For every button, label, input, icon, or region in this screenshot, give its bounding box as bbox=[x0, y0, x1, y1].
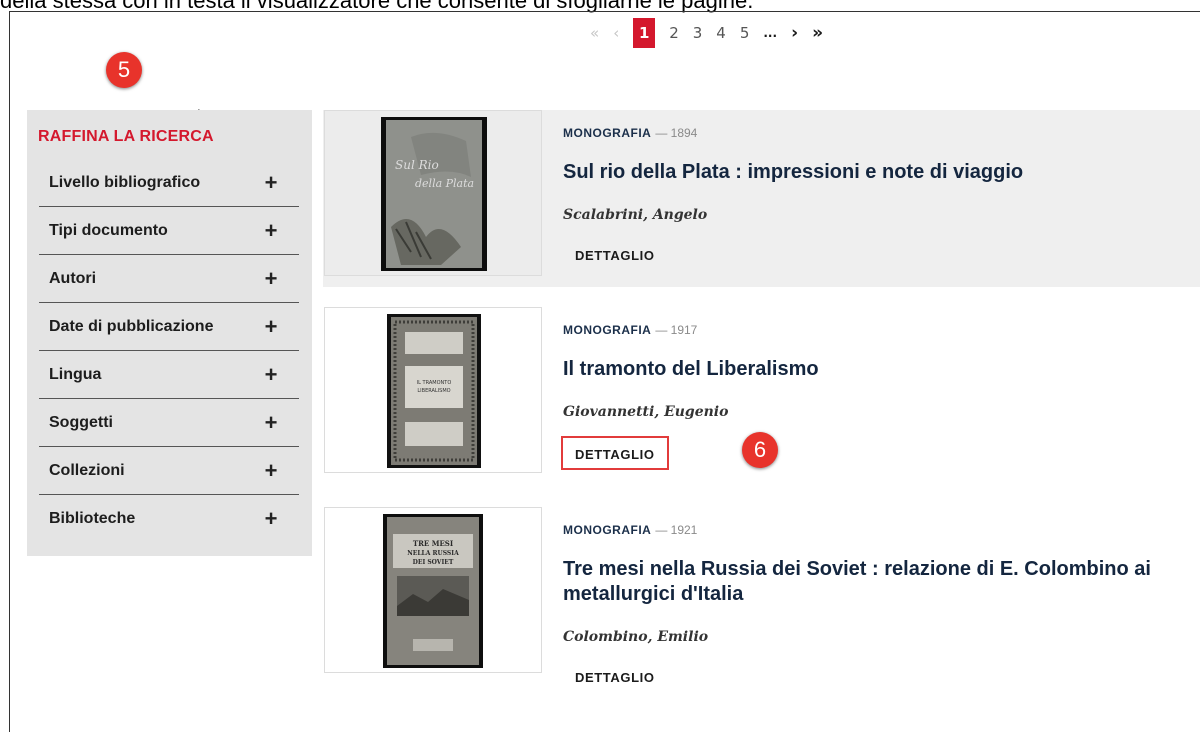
page-button-3[interactable]: 3 bbox=[693, 20, 703, 46]
page-button-1[interactable]: 1 bbox=[633, 18, 656, 48]
expand-plus-icon[interactable]: + bbox=[261, 266, 281, 292]
result-type-line: MONOGRAFIA — 1917 bbox=[563, 321, 1163, 339]
annotation-badge-5: 5 bbox=[106, 52, 142, 88]
book-cover-image: Sul Rio della Plata bbox=[381, 117, 487, 271]
filter-date-di-pubblicazione[interactable]: Date di pubblicazione + bbox=[39, 303, 299, 351]
filter-soggetti[interactable]: Soggetti + bbox=[39, 399, 299, 447]
publication-year: — 1894 bbox=[655, 126, 698, 140]
cover-title-line-1: TRE MESI bbox=[413, 539, 453, 548]
page-button-5[interactable]: 5 bbox=[740, 20, 750, 46]
filter-livello-bibliografico[interactable]: Livello bibliografico + bbox=[39, 159, 299, 207]
cover-title-line-2: della Plata bbox=[415, 177, 474, 190]
filter-tipi-documento[interactable]: Tipi documento + bbox=[39, 207, 299, 255]
result-thumbnail[interactable]: IL TRAMONTO LIBERALISMO bbox=[324, 307, 542, 473]
result-type-line: MONOGRAFIA — 1894 bbox=[563, 124, 1163, 142]
filter-label: Biblioteche bbox=[49, 510, 136, 527]
filter-autori[interactable]: Autori + bbox=[39, 255, 299, 303]
detail-button[interactable]: DETTAGLIO bbox=[563, 661, 667, 695]
result-thumbnail[interactable]: TRE MESI NELLA RUSSIA DEI SOVIET bbox=[324, 507, 542, 673]
publication-year: — 1917 bbox=[655, 323, 698, 337]
expand-plus-icon[interactable]: + bbox=[261, 506, 281, 532]
document-type: MONOGRAFIA bbox=[563, 126, 652, 140]
result-meta: MONOGRAFIA — 1921 Tre mesi nella Russia d… bbox=[563, 521, 1163, 695]
filter-label: Tipi documento bbox=[49, 221, 168, 239]
book-cover-image: TRE MESI NELLA RUSSIA DEI SOVIET bbox=[383, 514, 483, 668]
filter-label: Livello bibliografico bbox=[49, 173, 201, 191]
filter-label: Autori bbox=[49, 269, 97, 287]
cover-title-line-1: Sul Rio bbox=[395, 158, 439, 172]
expand-plus-icon[interactable]: + bbox=[261, 170, 281, 196]
document-type: MONOGRAFIA bbox=[563, 323, 652, 337]
expand-plus-icon[interactable]: + bbox=[261, 362, 281, 388]
detail-button-highlighted[interactable]: DETTAGLIO bbox=[561, 436, 669, 470]
filter-label: Date di pubblicazione bbox=[49, 317, 214, 335]
refine-search-sidebar: RAFFINA LA RICERCA Livello bibliografico… bbox=[27, 110, 312, 556]
result-author[interactable]: Giovannetti, Eugenio bbox=[563, 404, 1163, 420]
expand-plus-icon[interactable]: + bbox=[261, 314, 281, 340]
pagination-ellipsis: ... bbox=[763, 26, 778, 40]
result-item: TRE MESI NELLA RUSSIA DEI SOVIET MONOGRA… bbox=[323, 507, 1200, 697]
expand-plus-icon[interactable]: + bbox=[261, 410, 281, 436]
filter-label: Lingua bbox=[49, 365, 102, 383]
page-button-2[interactable]: 2 bbox=[669, 20, 679, 46]
result-author[interactable]: Colombino, Emilio bbox=[563, 629, 1163, 645]
result-thumbnail[interactable]: Sul Rio della Plata bbox=[324, 110, 542, 276]
document-type: MONOGRAFIA bbox=[563, 523, 652, 537]
cover-title-line-2: LIBERALISMO bbox=[417, 388, 450, 394]
page-button-4[interactable]: 4 bbox=[716, 20, 726, 46]
publication-year: — 1921 bbox=[655, 523, 698, 537]
book-cover-image: IL TRAMONTO LIBERALISMO bbox=[387, 314, 481, 468]
result-title[interactable]: Sul rio della Plata : impressioni e note… bbox=[563, 160, 1163, 185]
sidebar-title: RAFFINA LA RICERCA bbox=[38, 128, 214, 145]
pagination: « ‹ 1 2 3 4 5 ... › » bbox=[590, 18, 837, 48]
result-meta: MONOGRAFIA — 1917 Il tramonto del Liberal… bbox=[561, 321, 1163, 470]
annotation-badge-6: 6 bbox=[742, 432, 778, 468]
next-page-icon[interactable]: › bbox=[791, 20, 798, 46]
result-meta: MONOGRAFIA — 1894 Sul rio della Plata : i… bbox=[563, 124, 1163, 273]
detail-button[interactable]: DETTAGLIO bbox=[563, 239, 667, 273]
filter-label: Soggetti bbox=[49, 413, 113, 431]
result-title[interactable]: Tre mesi nella Russia dei Soviet : relaz… bbox=[563, 557, 1163, 607]
result-item: Sul Rio della Plata MONOGRAFIA — 1894 Sul… bbox=[323, 110, 1200, 287]
filter-collezioni[interactable]: Collezioni + bbox=[39, 447, 299, 495]
cover-title-line-3: DEI SOVIET bbox=[413, 559, 454, 566]
filter-biblioteche[interactable]: Biblioteche + bbox=[39, 495, 299, 543]
cover-title-line-1: IL TRAMONTO bbox=[417, 380, 452, 386]
filter-list: Livello bibliografico + Tipi documento + A… bbox=[39, 159, 299, 543]
expand-plus-icon[interactable]: + bbox=[261, 458, 281, 484]
filter-lingua[interactable]: Lingua + bbox=[39, 351, 299, 399]
result-author[interactable]: Scalabrini, Angelo bbox=[563, 207, 1163, 223]
first-page-icon[interactable]: « bbox=[590, 20, 599, 46]
result-title[interactable]: Il tramonto del Liberalismo bbox=[563, 357, 1163, 382]
filter-label: Collezioni bbox=[49, 461, 125, 479]
last-page-icon[interactable]: » bbox=[812, 20, 823, 46]
result-type-line: MONOGRAFIA — 1921 bbox=[563, 521, 1163, 539]
expand-plus-icon[interactable]: + bbox=[261, 218, 281, 244]
prev-page-icon[interactable]: ‹ bbox=[613, 20, 619, 46]
cover-title-line-2: NELLA RUSSIA bbox=[407, 550, 459, 557]
